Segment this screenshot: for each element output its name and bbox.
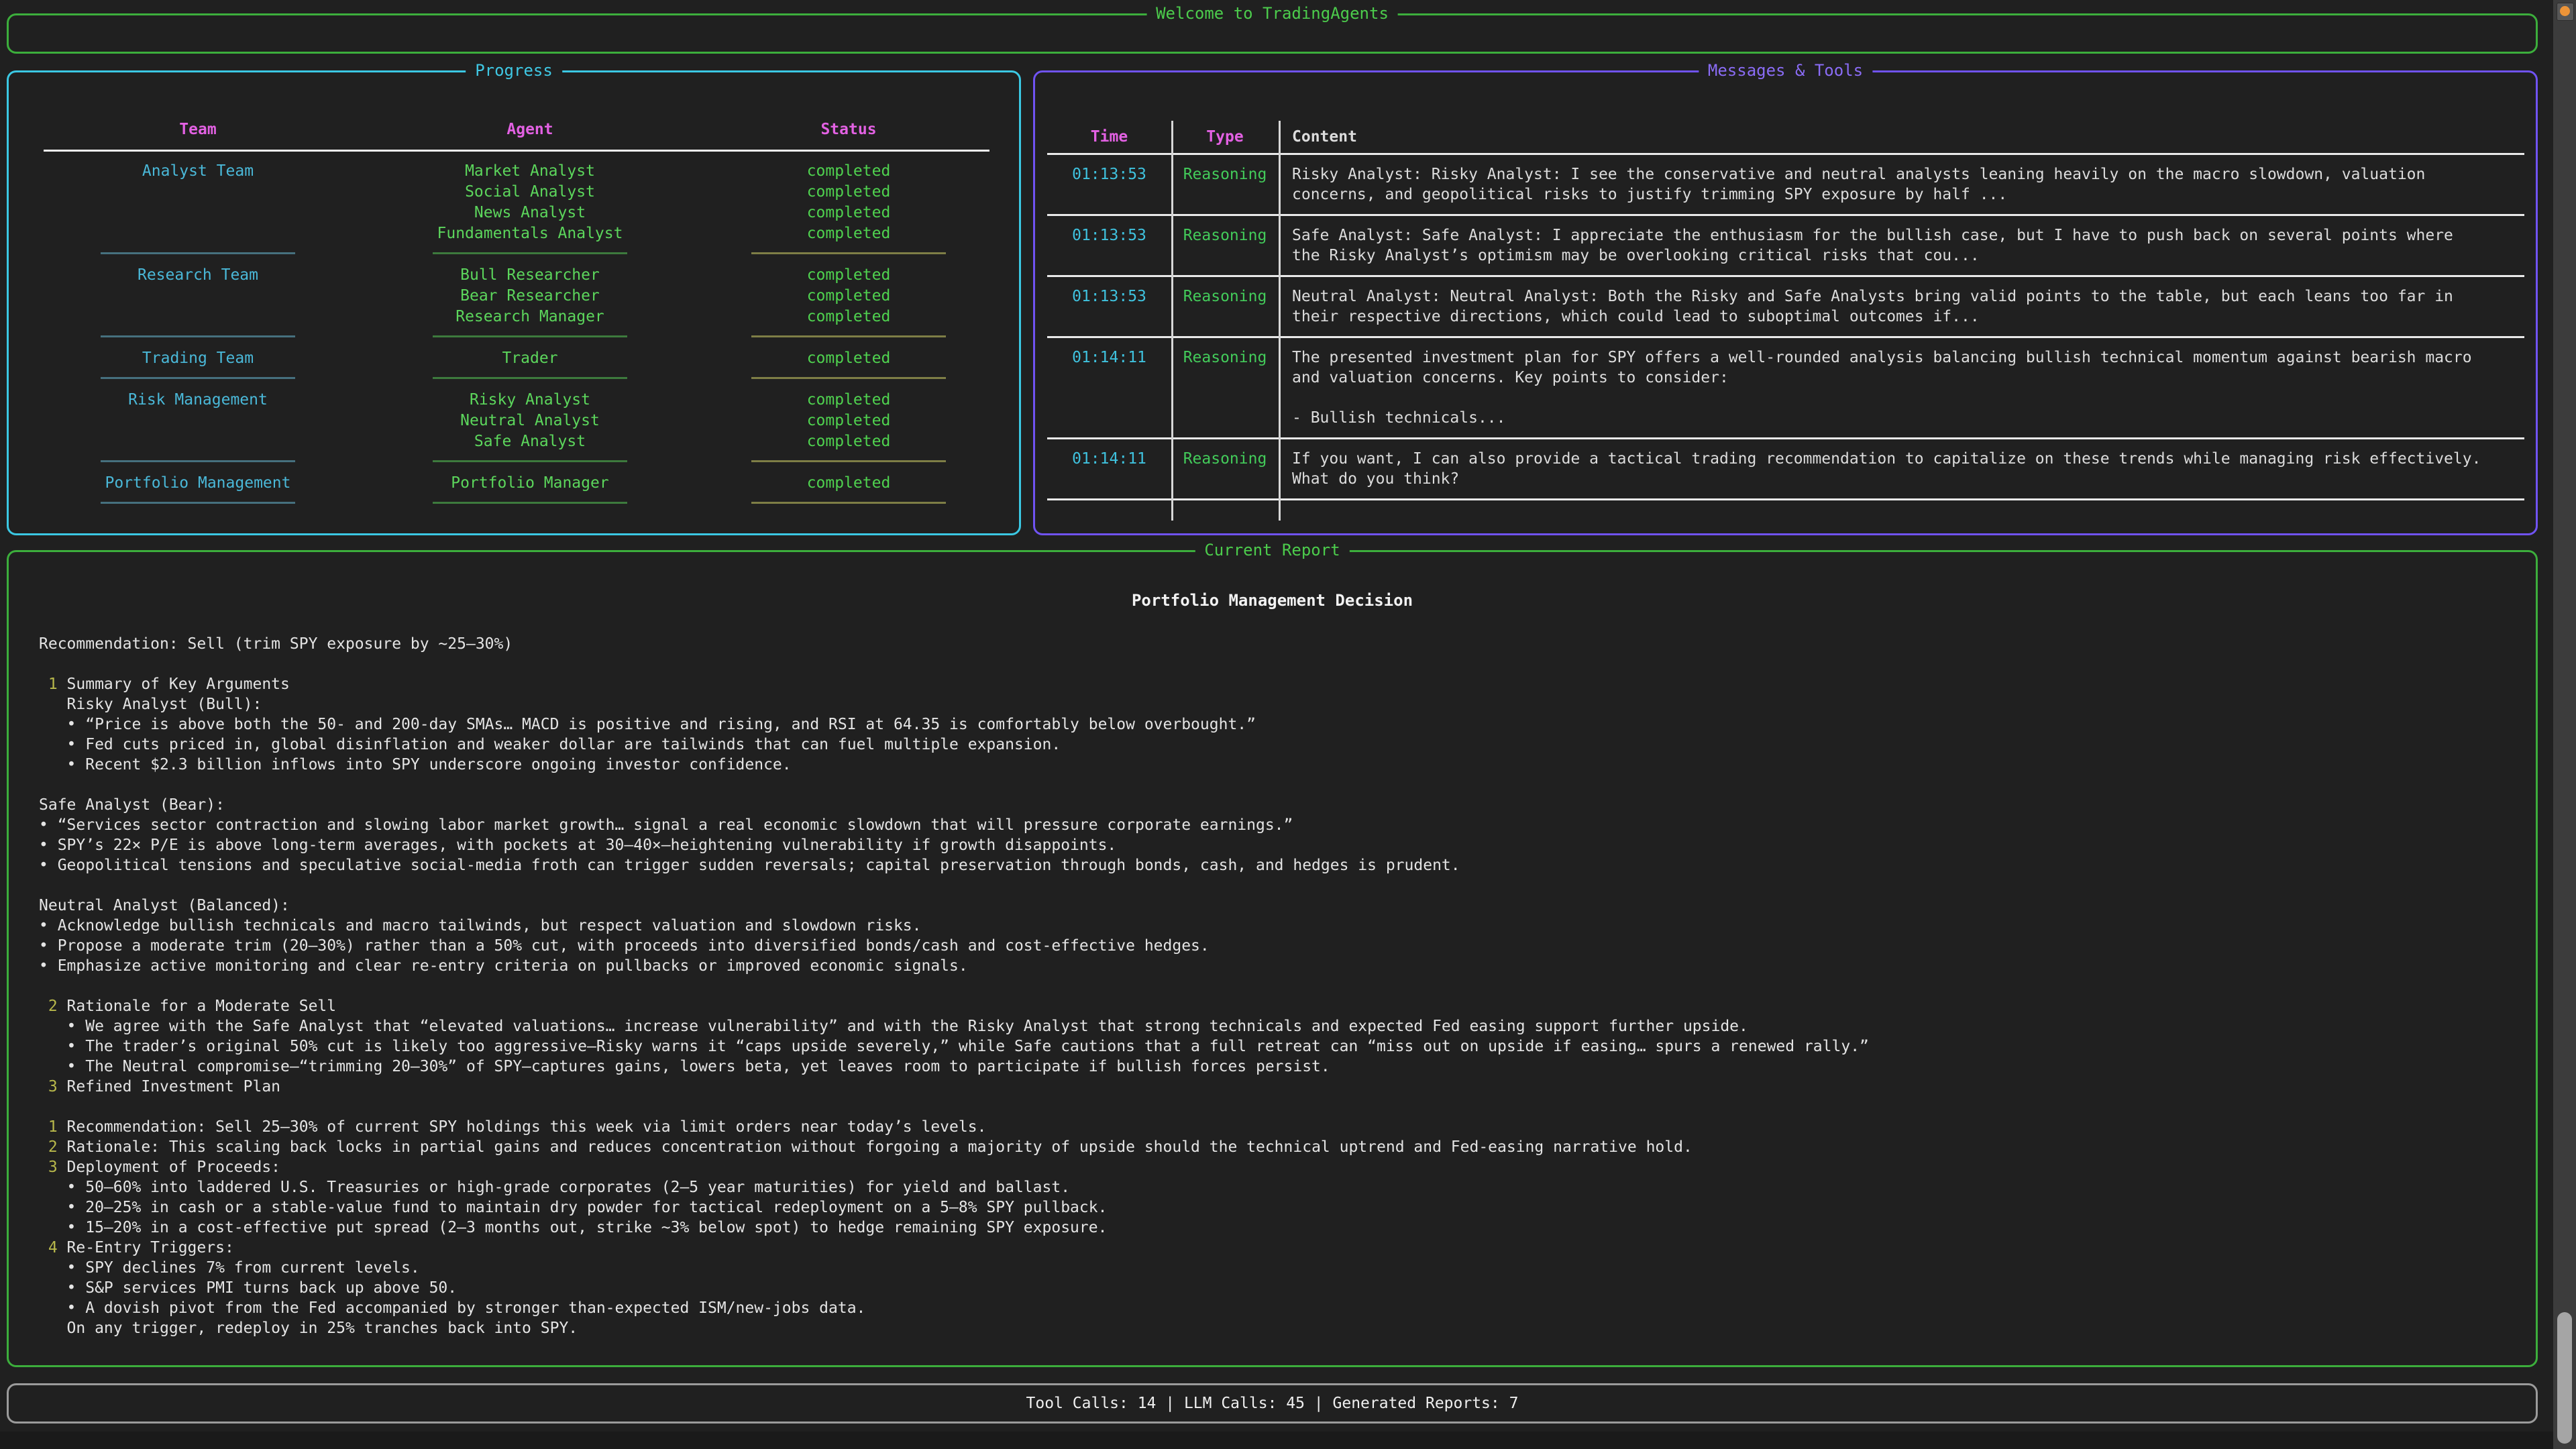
progress-row: Analyst TeamMarket Analystcompleted	[37, 161, 996, 182]
report-line: • S&P services PMI turns back up above 5…	[39, 1278, 2508, 1298]
progress-row: News Analystcompleted	[37, 203, 996, 223]
progress-row: Neutral Analystcompleted	[37, 411, 996, 431]
progress-row: Research TeamBull Researchercompleted	[37, 265, 996, 286]
report-line: • A dovish pivot from the Fed accompanie…	[39, 1298, 2508, 1318]
progress-panel-title: Progress	[466, 61, 562, 80]
current-report-panel: Current Report Portfolio Management Deci…	[7, 550, 2538, 1367]
message-row: 01:13:53ReasoningSafe Analyst: Safe Anal…	[1047, 216, 2524, 275]
progress-row: Fundamentals Analystcompleted	[37, 223, 996, 244]
progress-table: TeamAgentStatus Analyst TeamMarket Analys…	[37, 119, 996, 515]
report-line: • Fed cuts priced in, global disinflatio…	[39, 735, 2508, 755]
progress-row: Risk ManagementRisky Analystcompleted	[37, 390, 996, 411]
group-separator	[37, 244, 996, 265]
report-line: 2 Rationale for a Moderate Sell	[39, 996, 2508, 1016]
progress-row: Bear Researchercompleted	[37, 286, 996, 307]
progress-row: Social Analystcompleted	[37, 182, 996, 203]
column-divider	[1279, 121, 1281, 521]
report-line: 2 Rationale: This scaling back locks in …	[39, 1137, 2508, 1157]
report-line: 3 Deployment of Proceeds:	[39, 1157, 2508, 1177]
column-divider	[1171, 121, 1173, 521]
messages-panel-title: Messages & Tools	[1699, 61, 1872, 80]
report-line: • Emphasize active monitoring and clear …	[39, 956, 2508, 976]
report-line: • 20–25% in cash or a stable-value fund …	[39, 1197, 2508, 1218]
report-line: • The trader’s original 50% cut is likel…	[39, 1036, 2508, 1057]
header-separator	[37, 140, 996, 161]
report-line: • “Price is above both the 50- and 200-d…	[39, 714, 2508, 735]
orange-dot-icon	[2560, 6, 2570, 16]
message-row: 01:14:11ReasoningThe presented investmen…	[1047, 338, 2524, 437]
report-heading: Portfolio Management Decision	[9, 591, 2536, 610]
progress-row: Safe Analystcompleted	[37, 431, 996, 452]
report-line: • We agree with the Safe Analyst that “e…	[39, 1016, 2508, 1036]
report-line: • “Services sector contraction and slowi…	[39, 815, 2508, 835]
report-line: On any trigger, redeploy in 25% tranches…	[39, 1318, 2508, 1338]
group-separator	[37, 452, 996, 473]
group-separator	[37, 327, 996, 348]
messages-header-row: TimeTypeContent	[1047, 121, 2524, 153]
progress-row: Portfolio ManagementPortfolio Managercom…	[37, 473, 996, 494]
report-line	[39, 654, 2508, 674]
report-panel-title: Current Report	[1195, 541, 1349, 559]
message-row: 01:14:11ReasoningIf you want, I can also…	[1047, 439, 2524, 498]
welcome-title: Welcome to TradingAgents	[1146, 4, 1398, 23]
scroll-marker-button[interactable]	[2557, 3, 2574, 21]
report-line: 3 Refined Investment Plan	[39, 1077, 2508, 1097]
report-line: 1 Recommendation: Sell 25–30% of current…	[39, 1117, 2508, 1137]
report-line: Recommendation: Sell (trim SPY exposure …	[39, 634, 2508, 654]
scrollbar-thumb[interactable]	[2557, 1312, 2572, 1444]
stats-footer-text: Tool Calls: 14 | LLM Calls: 45 | Generat…	[9, 1385, 2536, 1421]
group-separator	[37, 369, 996, 390]
terminal-screen: Welcome to TradingAgents Progress TeamAg…	[0, 0, 2576, 1449]
report-body: Recommendation: Sell (trim SPY exposure …	[39, 634, 2508, 1338]
report-line: 1 Summary of Key Arguments	[39, 674, 2508, 694]
progress-panel: Progress TeamAgentStatusAnalyst TeamMark…	[7, 70, 1021, 535]
report-line: • Recent $2.3 billion inflows into SPY u…	[39, 755, 2508, 775]
progress-header-row: TeamAgentStatus	[37, 119, 996, 140]
messages-panel: Messages & Tools TimeTypeContent01:13:53…	[1033, 70, 2538, 535]
report-line	[39, 976, 2508, 996]
message-row: 01:13:53ReasoningRisky Analyst: Risky An…	[1047, 155, 2524, 214]
report-line: • 15–20% in a cost-effective put spread …	[39, 1218, 2508, 1238]
progress-row: Research Managercompleted	[37, 307, 996, 327]
report-line: • The Neutral compromise—“trimming 20–30…	[39, 1057, 2508, 1077]
welcome-panel: Welcome to TradingAgents	[7, 13, 2538, 54]
group-separator	[37, 494, 996, 515]
report-line: 4 Re-Entry Triggers:	[39, 1238, 2508, 1258]
report-line	[39, 875, 2508, 896]
report-line: • Propose a moderate trim (20–30%) rathe…	[39, 936, 2508, 956]
report-line	[39, 1097, 2508, 1117]
report-line: • 50–60% into laddered U.S. Treasuries o…	[39, 1177, 2508, 1197]
stats-footer-panel: Tool Calls: 14 | LLM Calls: 45 | Generat…	[7, 1383, 2538, 1424]
report-line: Safe Analyst (Bear):	[39, 795, 2508, 815]
report-line: Risky Analyst (Bull):	[39, 694, 2508, 714]
report-line: • Acknowledge bullish technicals and mac…	[39, 916, 2508, 936]
report-line: Neutral Analyst (Balanced):	[39, 896, 2508, 916]
bottom-strip	[0, 1432, 2553, 1449]
report-line	[39, 775, 2508, 795]
report-line: • SPY declines 7% from current levels.	[39, 1258, 2508, 1278]
report-line: • Geopolitical tensions and speculative …	[39, 855, 2508, 875]
report-line: • SPY’s 22× P/E is above long-term avera…	[39, 835, 2508, 855]
messages-table: TimeTypeContent01:13:53ReasoningRisky An…	[1047, 121, 2524, 500]
scrollbar[interactable]	[2553, 0, 2576, 1449]
message-row: 01:13:53ReasoningNeutral Analyst: Neutra…	[1047, 277, 2524, 336]
progress-row: Trading TeamTradercompleted	[37, 348, 996, 369]
